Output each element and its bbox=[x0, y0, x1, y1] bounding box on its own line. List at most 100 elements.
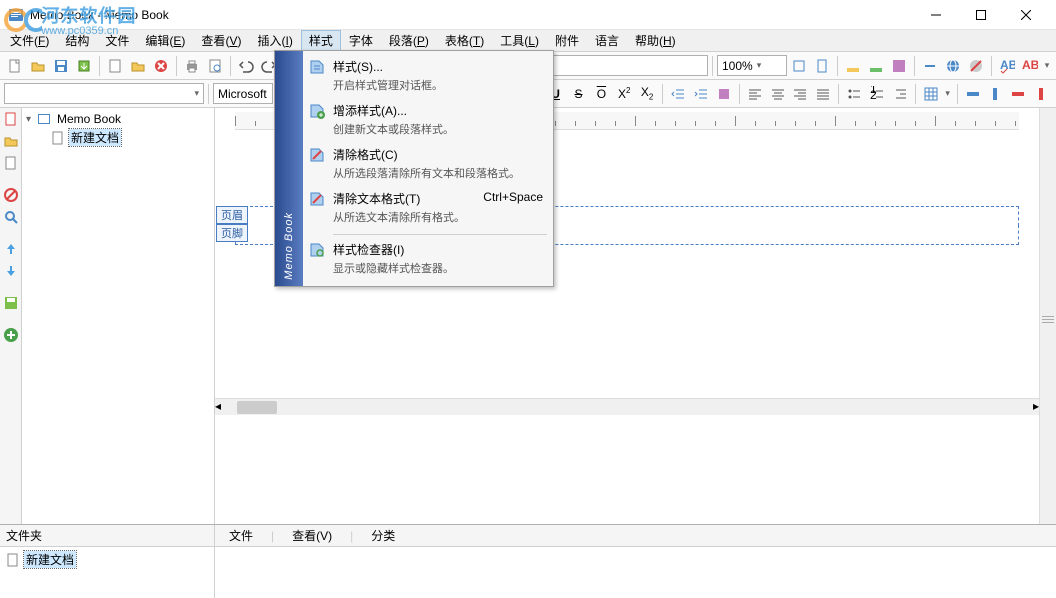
menu-view[interactable]: 查看(V) bbox=[193, 30, 249, 51]
horizontal-scrollbar[interactable] bbox=[221, 399, 1033, 415]
font-combo[interactable]: Microsoft bbox=[213, 83, 273, 104]
svg-text:ABC: ABC bbox=[1022, 58, 1038, 72]
down-arrow-icon[interactable] bbox=[2, 262, 20, 280]
export-button[interactable] bbox=[73, 55, 95, 77]
menu-style-inspector[interactable]: 样式检查器(I) 显示或隐藏样式检查器。 bbox=[305, 238, 551, 282]
tab-category[interactable]: 分类 bbox=[363, 525, 403, 546]
left-toolstrip bbox=[0, 108, 22, 524]
color1-button[interactable] bbox=[842, 55, 864, 77]
document-tree[interactable]: ▾ Memo Book 新建文档 bbox=[22, 108, 215, 524]
open-button[interactable] bbox=[27, 55, 49, 77]
list-bullet-button[interactable] bbox=[843, 83, 865, 105]
row-button[interactable] bbox=[962, 83, 984, 105]
abc-button[interactable]: ABC bbox=[1019, 55, 1041, 77]
spellcheck-button[interactable]: AB bbox=[996, 55, 1018, 77]
overline-button[interactable]: O bbox=[590, 83, 612, 105]
book-icon bbox=[36, 111, 52, 127]
cell-del2-button[interactable] bbox=[1030, 83, 1052, 105]
color2-button[interactable] bbox=[865, 55, 887, 77]
zoompage-button[interactable] bbox=[811, 55, 833, 77]
up-arrow-icon[interactable] bbox=[2, 240, 20, 258]
add-icon[interactable] bbox=[2, 326, 20, 344]
bottom-tabs: 文件 | 查看(V) | 分类 bbox=[215, 525, 1056, 547]
menu-styles[interactable]: 样式(S)... 开启样式管理对话框。 bbox=[305, 55, 551, 99]
maximize-button[interactable] bbox=[958, 0, 1003, 29]
menu-file2[interactable]: 文件 bbox=[97, 30, 137, 51]
vertical-scrollbar[interactable] bbox=[1039, 108, 1056, 524]
table-button[interactable] bbox=[920, 83, 942, 105]
menu-font[interactable]: 字体 bbox=[341, 30, 381, 51]
style-inspector-icon bbox=[309, 242, 325, 258]
superscript-button[interactable]: X2 bbox=[613, 83, 635, 105]
dropdown-arrow-icon[interactable]: ▾ bbox=[1042, 55, 1052, 77]
unlink-button[interactable] bbox=[965, 55, 987, 77]
style-icon bbox=[309, 59, 325, 75]
subscript-button[interactable]: X2 bbox=[636, 83, 658, 105]
col-button[interactable] bbox=[985, 83, 1007, 105]
address-combo[interactable]: ▾ bbox=[4, 83, 204, 104]
menu-paragraph[interactable]: 段落(P) bbox=[381, 30, 437, 51]
align-left-button[interactable] bbox=[744, 83, 766, 105]
dropdown-arrow-icon[interactable]: ▾ bbox=[943, 83, 953, 105]
menu-add-style[interactable]: 增添样式(A)... 创建新文本或段落样式。 bbox=[305, 99, 551, 143]
style-inspector-button[interactable] bbox=[713, 83, 735, 105]
menu-edit[interactable]: 编辑(E) bbox=[137, 30, 193, 51]
new-button[interactable] bbox=[4, 55, 26, 77]
titlebar: Memo Book - Memo Book bbox=[0, 0, 1056, 30]
menu-file[interactable]: 文件(F) bbox=[2, 30, 57, 51]
menu-style[interactable]: 样式 bbox=[301, 30, 341, 51]
color3-button[interactable] bbox=[888, 55, 910, 77]
list-number-button[interactable]: 12 bbox=[866, 83, 888, 105]
page-button[interactable] bbox=[104, 55, 126, 77]
bottom-pane: 文件夹 新建文档 文件 | 查看(V) | 分类 bbox=[0, 524, 1056, 598]
window-title: Memo Book - Memo Book bbox=[30, 8, 913, 22]
menu-clear-text-format[interactable]: 清除文本格式(T) Ctrl+Space 从所选文本清除所有格式。 bbox=[305, 187, 551, 231]
menu-help[interactable]: 帮助(H) bbox=[627, 30, 684, 51]
folder-header: 文件夹 bbox=[0, 525, 214, 547]
tab-view[interactable]: 查看(V) bbox=[284, 525, 340, 546]
globe-button[interactable] bbox=[942, 55, 964, 77]
delete-button[interactable] bbox=[150, 55, 172, 77]
menu-lang[interactable]: 语言 bbox=[587, 30, 627, 51]
menu-tools[interactable]: 工具(L) bbox=[492, 30, 547, 51]
cell-del-button[interactable] bbox=[1007, 83, 1029, 105]
dropdown-side-label: Memo Book bbox=[283, 212, 295, 280]
outdent-button[interactable] bbox=[889, 83, 911, 105]
svg-text:AB: AB bbox=[1000, 58, 1015, 72]
save-button[interactable] bbox=[50, 55, 72, 77]
minimize-button[interactable] bbox=[913, 0, 958, 29]
print-button[interactable] bbox=[181, 55, 203, 77]
page-icon[interactable] bbox=[2, 154, 20, 172]
menu-table[interactable]: 表格(T) bbox=[437, 30, 492, 51]
menu-clear-format[interactable]: 清除格式(C) 从所选段落清除所有文本和段落格式。 bbox=[305, 143, 551, 187]
menu-structure[interactable]: 结构 bbox=[57, 30, 97, 51]
collapse-icon[interactable]: ▾ bbox=[26, 114, 36, 125]
search-icon[interactable] bbox=[2, 208, 20, 226]
link-button[interactable] bbox=[919, 55, 941, 77]
doc-icon[interactable] bbox=[2, 110, 20, 128]
folder-icon[interactable] bbox=[2, 132, 20, 150]
app-icon bbox=[8, 7, 24, 23]
tree-item[interactable]: 新建文档 bbox=[24, 128, 212, 147]
page-icon bbox=[5, 552, 21, 568]
align-justify-button[interactable] bbox=[812, 83, 834, 105]
folder-button[interactable] bbox=[127, 55, 149, 77]
align-center-button[interactable] bbox=[767, 83, 789, 105]
menu-insert[interactable]: 插入(I) bbox=[249, 30, 300, 51]
close-button[interactable] bbox=[1003, 0, 1048, 29]
align-right-button[interactable] bbox=[789, 83, 811, 105]
tree-root[interactable]: ▾ Memo Book bbox=[24, 110, 212, 128]
save-icon[interactable] bbox=[2, 294, 20, 312]
indent-inc-button[interactable] bbox=[690, 83, 712, 105]
zoomfit-button[interactable] bbox=[788, 55, 810, 77]
zoom-combo[interactable]: 100%▾ bbox=[717, 55, 787, 76]
menu-attach[interactable]: 附件 bbox=[547, 30, 587, 51]
tab-file[interactable]: 文件 bbox=[221, 525, 261, 546]
deny-icon[interactable] bbox=[2, 186, 20, 204]
preview-button[interactable] bbox=[204, 55, 226, 77]
strike-button[interactable]: S bbox=[568, 83, 590, 105]
folder-item[interactable]: 新建文档 bbox=[3, 550, 211, 569]
indent-dec-button[interactable] bbox=[667, 83, 689, 105]
undo-button[interactable] bbox=[235, 55, 257, 77]
menubar: 文件(F) 结构 文件 编辑(E) 查看(V) 插入(I) 样式 字体 段落(P… bbox=[0, 30, 1056, 52]
